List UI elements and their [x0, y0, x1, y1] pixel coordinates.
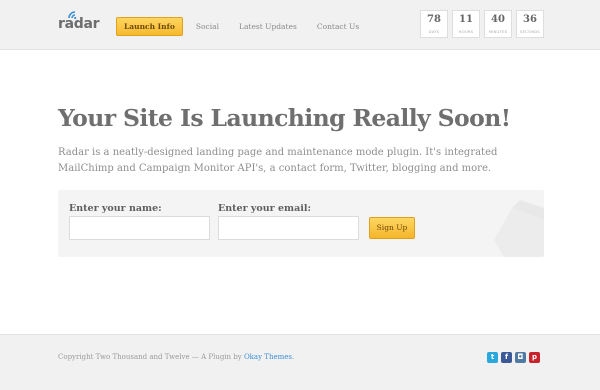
header: radar Launch Info Social Latest Updates … — [0, 0, 600, 50]
logo[interactable]: radar — [58, 16, 100, 32]
okay-themes-link[interactable]: Okay Themes — [244, 353, 292, 361]
page-title: Your Site Is Launching Really Soon! — [58, 104, 511, 132]
countdown-unit: MINUTES — [488, 29, 508, 34]
countdown-hours: 11 HOURS — [452, 10, 480, 38]
copyright-text: Copyright Two Thousand and Twelve — A Pl… — [58, 353, 244, 361]
nav-item-contact-us[interactable]: Contact Us — [310, 18, 366, 35]
countdown-seconds: 36 SECONDS — [516, 10, 544, 38]
signup-form: Enter your name: Enter your email: Sign … — [58, 190, 544, 257]
copyright: Copyright Two Thousand and Twelve — A Pl… — [58, 353, 294, 361]
countdown: 78 DAYS 11 HOURS 40 MINUTES 36 SECONDS — [420, 10, 548, 38]
page-description: Radar is a neatly-designed landing page … — [58, 147, 498, 174]
sign-up-button[interactable]: Sign Up — [369, 217, 415, 239]
countdown-value: 40 — [491, 14, 505, 25]
radar-watermark-icon — [494, 200, 544, 257]
countdown-value: 36 — [523, 14, 537, 25]
nav-item-latest-updates[interactable]: Latest Updates — [232, 18, 304, 35]
name-input[interactable] — [69, 216, 210, 240]
name-label: Enter your name: — [69, 203, 162, 214]
main-nav: Launch Info Social Latest Updates Contac… — [116, 17, 372, 36]
countdown-unit: HOURS — [458, 29, 474, 34]
countdown-value: 78 — [427, 14, 441, 25]
footer: Copyright Two Thousand and Twelve — A Pl… — [0, 334, 600, 390]
countdown-minutes: 40 MINUTES — [484, 10, 512, 38]
countdown-unit: DAYS — [428, 29, 440, 34]
countdown-value: 11 — [459, 14, 473, 25]
instagram-icon[interactable]: ◘ — [515, 352, 526, 363]
email-label: Enter your email: — [218, 203, 311, 214]
facebook-icon[interactable]: f — [501, 352, 512, 363]
twitter-icon[interactable]: t — [487, 352, 498, 363]
copyright-suffix: . — [291, 353, 295, 361]
countdown-unit: SECONDS — [519, 29, 541, 34]
social-links: t f ◘ p — [487, 352, 543, 363]
nav-item-social[interactable]: Social — [189, 18, 226, 35]
pinterest-icon[interactable]: p — [529, 352, 540, 363]
nav-item-launch-info[interactable]: Launch Info — [116, 17, 183, 36]
email-input[interactable] — [218, 216, 359, 240]
countdown-days: 78 DAYS — [420, 10, 448, 38]
